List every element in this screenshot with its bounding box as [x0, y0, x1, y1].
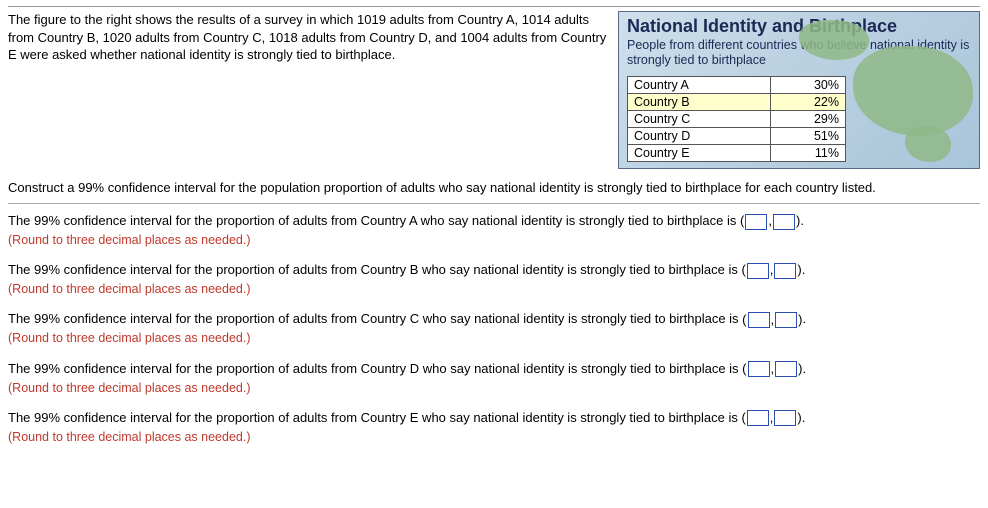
ci-upper-input[interactable] [774, 263, 796, 279]
comma: , [771, 311, 775, 330]
survey-table: Country A30%Country B22%Country C29%Coun… [627, 76, 846, 162]
period: . [802, 410, 806, 425]
rounding-hint: (Round to three decimal places as needed… [8, 428, 980, 446]
period: . [800, 213, 804, 228]
question-block: The 99% confidence interval for the prop… [8, 360, 980, 397]
table-row: Country B22% [628, 94, 846, 111]
country-cell: Country B [628, 94, 771, 111]
answer-inputs: (,) [742, 311, 802, 330]
paren-open: ( [742, 360, 746, 379]
ci-lower-input[interactable] [747, 410, 769, 426]
rounding-hint: (Round to three decimal places as needed… [8, 231, 980, 249]
divider [8, 203, 980, 204]
question-text: The 99% confidence interval for the prop… [8, 311, 742, 326]
construct-prompt: Construct a 99% confidence interval for … [8, 179, 980, 197]
comma: , [768, 212, 772, 231]
ci-lower-input[interactable] [745, 214, 767, 230]
ci-lower-input[interactable] [748, 312, 770, 328]
map-shape [905, 126, 951, 162]
answer-inputs: (,) [741, 409, 801, 428]
paren-open: ( [740, 212, 744, 231]
paren-open: ( [741, 261, 745, 280]
table-row: Country A30% [628, 77, 846, 94]
map-shape [853, 46, 973, 136]
question-text: The 99% confidence interval for the prop… [8, 213, 740, 228]
ci-upper-input[interactable] [774, 410, 796, 426]
table-row: Country E11% [628, 145, 846, 162]
answer-inputs: (,) [742, 360, 802, 379]
comma: , [770, 409, 774, 428]
question-block: The 99% confidence interval for the prop… [8, 212, 980, 249]
paren-open: ( [741, 409, 745, 428]
country-cell: Country C [628, 111, 771, 128]
comma: , [770, 261, 774, 280]
rounding-hint: (Round to three decimal places as needed… [8, 280, 980, 298]
ci-lower-input[interactable] [748, 361, 770, 377]
question-block: The 99% confidence interval for the prop… [8, 310, 980, 347]
table-row: Country C29% [628, 111, 846, 128]
answer-inputs: (,) [741, 261, 801, 280]
comma: , [771, 360, 775, 379]
table-row: Country D51% [628, 128, 846, 145]
question-text: The 99% confidence interval for the prop… [8, 410, 741, 425]
country-cell: Country A [628, 77, 771, 94]
ci-lower-input[interactable] [747, 263, 769, 279]
country-cell: Country D [628, 128, 771, 145]
rounding-hint: (Round to three decimal places as needed… [8, 379, 980, 397]
rounding-hint: (Round to three decimal places as needed… [8, 329, 980, 347]
period: . [802, 311, 806, 326]
percent-cell: 30% [771, 77, 846, 94]
ci-upper-input[interactable] [773, 214, 795, 230]
period: . [802, 262, 806, 277]
percent-cell: 29% [771, 111, 846, 128]
problem-intro: The figure to the right shows the result… [8, 11, 614, 169]
question-text: The 99% confidence interval for the prop… [8, 262, 741, 277]
percent-cell: 51% [771, 128, 846, 145]
period: . [802, 361, 806, 376]
answer-inputs: (,) [740, 212, 800, 231]
percent-cell: 22% [771, 94, 846, 111]
figure-panel: National Identity and Birthplace People … [618, 11, 980, 169]
question-text: The 99% confidence interval for the prop… [8, 361, 742, 376]
ci-upper-input[interactable] [775, 361, 797, 377]
percent-cell: 11% [771, 145, 846, 162]
paren-open: ( [742, 311, 746, 330]
country-cell: Country E [628, 145, 771, 162]
question-block: The 99% confidence interval for the prop… [8, 261, 980, 298]
question-block: The 99% confidence interval for the prop… [8, 409, 980, 446]
ci-upper-input[interactable] [775, 312, 797, 328]
